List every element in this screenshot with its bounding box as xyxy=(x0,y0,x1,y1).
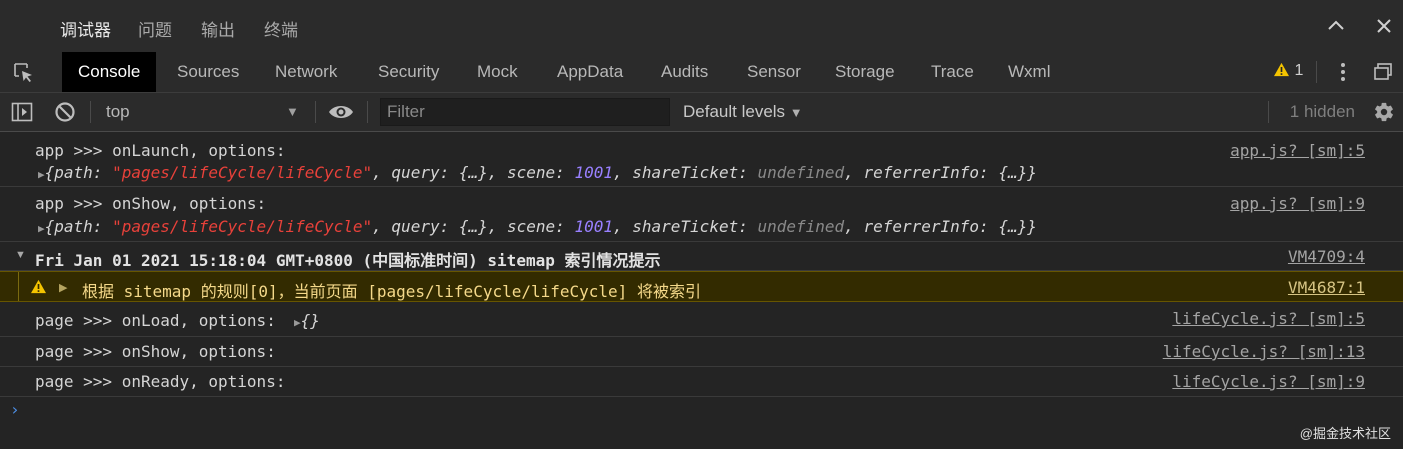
sidebar-toggle-icon[interactable] xyxy=(11,101,33,123)
inspect-element-icon[interactable] xyxy=(12,61,36,85)
hidden-count: 1 hidden xyxy=(1289,102,1355,121)
tab-output[interactable]: 输出 xyxy=(201,16,235,41)
group-indent-line xyxy=(18,272,19,301)
tab-storage[interactable]: Storage xyxy=(835,52,895,92)
path-value: "pages/lifeCycle/lifeCycle" xyxy=(112,217,373,236)
tab-security[interactable]: Security xyxy=(378,52,439,92)
filter-input[interactable]: Filter xyxy=(380,98,670,126)
console-log-row: app >>> onShow, options: app.js? [sm]:9 … xyxy=(0,187,1403,242)
scene-value: 1001 xyxy=(574,217,613,236)
top-tab-bar: 调试器 问题 输出 终端 xyxy=(0,0,1403,52)
log-text: page >>> onLoad, options: xyxy=(35,311,276,330)
tab-appdata[interactable]: AppData xyxy=(557,52,623,92)
source-link[interactable]: app.js? [sm]:9 xyxy=(1230,194,1365,213)
expand-triangle-icon[interactable]: ▶ xyxy=(294,316,301,329)
divider xyxy=(90,101,91,123)
close-icon[interactable] xyxy=(1372,14,1396,38)
object-value: {} xyxy=(300,311,320,330)
warning-count: 1 xyxy=(1294,62,1304,79)
dropdown-arrow-icon: ▼ xyxy=(286,104,299,119)
context-selector[interactable]: top ▼ xyxy=(96,98,306,126)
warning-icon xyxy=(31,279,46,294)
source-link[interactable]: lifeCycle.js? [sm]:13 xyxy=(1163,342,1365,361)
source-link[interactable]: lifeCycle.js? [sm]:9 xyxy=(1172,372,1365,391)
console-log-row: page >>> onShow, options: lifeCycle.js? … xyxy=(0,337,1403,367)
console-log-row: app >>> onLaunch, options: app.js? [sm]:… xyxy=(0,132,1403,187)
log-levels-dropdown[interactable]: Default levels ▼ xyxy=(683,98,803,126)
tab-sensor[interactable]: Sensor xyxy=(747,52,801,92)
console-prompt-icon[interactable]: › xyxy=(10,400,20,419)
more-options-icon[interactable] xyxy=(1333,61,1353,83)
log-text: page >>> onShow, options: xyxy=(35,342,276,361)
tab-wxml[interactable]: Wxml xyxy=(1008,52,1050,92)
tab-audits[interactable]: Audits xyxy=(661,52,708,92)
object-preview[interactable]: ▶{path: "pages/lifeCycle/lifeCycle", que… xyxy=(38,217,1037,236)
source-link[interactable]: app.js? [sm]:5 xyxy=(1230,141,1365,160)
group-title: Fri Jan 01 2021 15:18:04 GMT+0800 (中国标准时… xyxy=(35,251,661,270)
warning-counter[interactable]: 1 xyxy=(1273,62,1303,82)
expand-triangle-icon[interactable]: ▶ xyxy=(59,281,67,294)
tab-console[interactable]: Console xyxy=(62,52,157,92)
console-log-row: page >>> onLoad, options: ▶{} lifeCycle.… xyxy=(0,305,1403,337)
tab-problems[interactable]: 问题 xyxy=(138,16,172,41)
undock-icon[interactable] xyxy=(1373,62,1393,82)
tab-mock[interactable]: Mock xyxy=(477,52,518,92)
tab-sources[interactable]: Sources xyxy=(177,52,239,92)
tab-terminal[interactable]: 终端 xyxy=(264,16,298,41)
log-text: app >>> onShow, options: xyxy=(35,194,267,213)
path-value: "pages/lifeCycle/lifeCycle" xyxy=(112,163,373,182)
warning-icon xyxy=(1274,62,1289,77)
console-input[interactable] xyxy=(30,398,1380,422)
log-text: page >>> onReady, options: xyxy=(35,372,286,391)
eye-icon[interactable] xyxy=(328,102,354,122)
object-preview[interactable]: ▶{path: "pages/lifeCycle/lifeCycle", que… xyxy=(38,163,1037,182)
clear-console-icon[interactable] xyxy=(54,101,76,123)
divider xyxy=(367,101,368,123)
console-toolbar: top ▼ Filter Default levels ▼ 1 hidden xyxy=(0,93,1403,132)
object-preview[interactable]: ▶{} xyxy=(294,311,320,330)
tab-debugger[interactable]: 调试器 xyxy=(60,16,111,41)
log-text: app >>> onLaunch, options: xyxy=(35,141,286,160)
devtools-panel-tabs: Console Sources Network Security Mock Ap… xyxy=(0,52,1403,93)
share-ticket-value: undefined xyxy=(757,217,845,236)
chevron-up-icon[interactable] xyxy=(1324,14,1348,38)
tab-network[interactable]: Network xyxy=(275,52,337,92)
console-log-row: page >>> onReady, options: lifeCycle.js?… xyxy=(0,367,1403,397)
levels-label: Default levels xyxy=(683,102,786,121)
expand-triangle-icon[interactable]: ▶ xyxy=(38,222,45,235)
console-group-header[interactable]: ▼ Fri Jan 01 2021 15:18:04 GMT+0800 (中国标… xyxy=(0,242,1403,271)
divider xyxy=(315,101,316,123)
source-link[interactable]: lifeCycle.js? [sm]:5 xyxy=(1172,309,1365,328)
scene-value: 1001 xyxy=(574,163,613,182)
settings-gear-icon[interactable] xyxy=(1373,101,1395,123)
expand-triangle-icon[interactable]: ▶ xyxy=(38,168,45,181)
warning-text: 根据 sitemap 的规则[0]，当前页面 [pages/lifeCycle/… xyxy=(82,282,701,301)
collapse-triangle-icon[interactable]: ▼ xyxy=(15,249,26,261)
tab-trace[interactable]: Trace xyxy=(931,52,974,92)
source-link[interactable]: VM4687:1 xyxy=(1288,278,1365,297)
watermark: @掘金技术社区 xyxy=(1299,426,1391,441)
source-link[interactable]: VM4709:4 xyxy=(1288,247,1365,266)
divider xyxy=(1316,61,1317,83)
console-warning-row: ▶ 根据 sitemap 的规则[0]，当前页面 [pages/lifeCycl… xyxy=(0,271,1403,302)
divider xyxy=(1268,101,1269,123)
filter-placeholder: Filter xyxy=(387,102,425,121)
share-ticket-value: undefined xyxy=(757,163,845,182)
context-label: top xyxy=(106,102,130,121)
dropdown-arrow-icon: ▼ xyxy=(789,105,803,120)
